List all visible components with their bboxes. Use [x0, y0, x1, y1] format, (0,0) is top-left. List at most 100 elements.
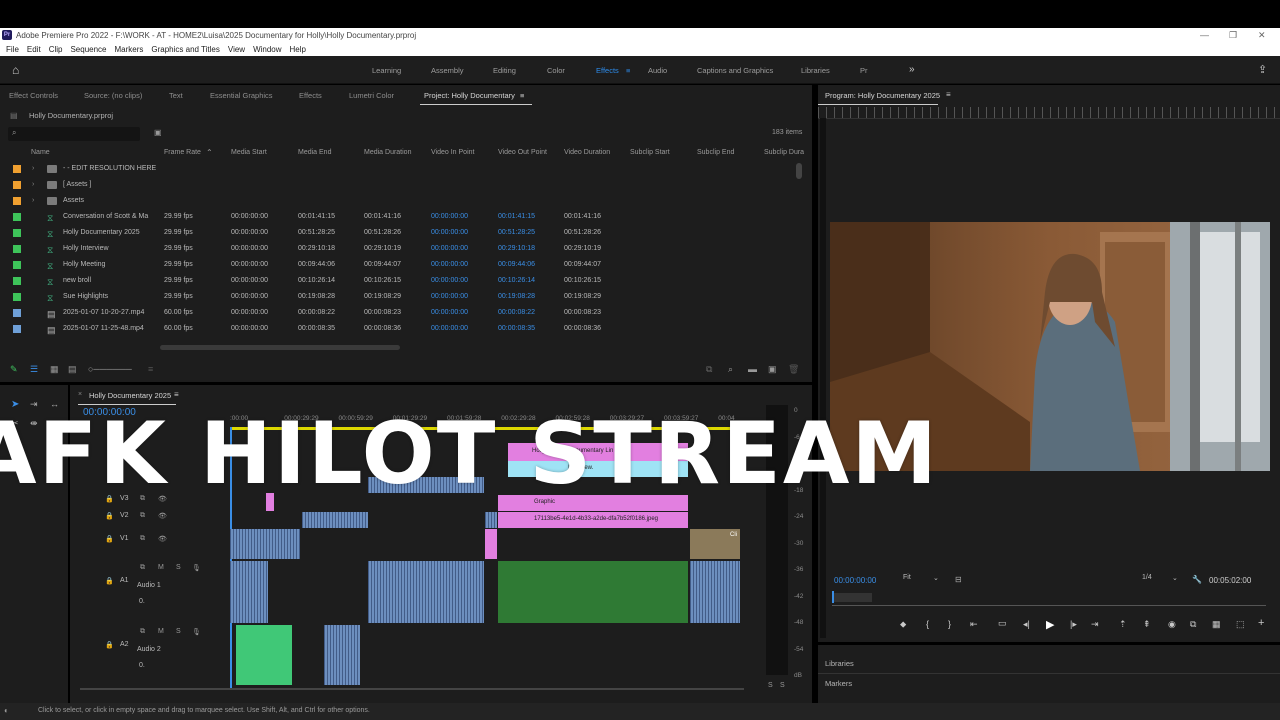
workspace-color[interactable]: Color [547, 66, 565, 75]
step-back-icon[interactable]: ◂| [1023, 619, 1030, 630]
more-workspaces-icon[interactable]: » [909, 64, 915, 75]
tab-effect-controls[interactable]: Effect Controls [9, 91, 58, 100]
list-item[interactable]: ⧖ Conversation of Scott & Ma 29.99 fps 00:0… [0, 209, 800, 225]
wrench-icon[interactable]: 🔧 [1192, 575, 1202, 584]
solo-button[interactable]: S [176, 628, 181, 635]
list-hscrollbar[interactable] [160, 345, 400, 350]
workspace-menu-icon[interactable]: ≡ [626, 66, 630, 75]
col-subclip-end[interactable]: Subclip End [697, 149, 734, 156]
mute-button[interactable]: M [158, 628, 164, 635]
v2-clip[interactable] [302, 512, 368, 528]
label-color-swatch[interactable] [13, 261, 21, 269]
col-media-end[interactable]: Media End [298, 149, 331, 156]
menu-help[interactable]: Help [290, 45, 306, 54]
expand-icon[interactable]: › [32, 197, 34, 204]
add-marker-icon[interactable]: ⬥ [900, 619, 906, 630]
list-item[interactable]: › - - EDIT RESOLUTION HERE [0, 161, 800, 177]
col-media-start[interactable]: Media Start [231, 149, 267, 156]
play-button[interactable]: ▶ [1046, 618, 1054, 631]
settings-icon[interactable]: ⊟ [955, 575, 962, 584]
home-icon[interactable]: ⌂ [12, 63, 19, 77]
menu-graphics-and-titles[interactable]: Graphics and Titles [151, 45, 219, 54]
eye-icon[interactable]: 👁 [158, 512, 167, 520]
workspace-audio[interactable]: Audio [648, 66, 667, 75]
program-zoom-bar[interactable] [832, 605, 1266, 606]
icon-view-icon[interactable]: ▦ [50, 364, 59, 375]
menu-view[interactable]: View [228, 45, 245, 54]
eye-icon[interactable]: 👁 [158, 535, 167, 543]
label-color-swatch[interactable] [13, 277, 21, 285]
panel-menu-icon[interactable]: ≡ [520, 91, 524, 100]
col-subclip-duration[interactable]: Subclip Dura [764, 149, 804, 156]
automate-icon[interactable]: ⧉ [706, 364, 712, 375]
col-video-in-point[interactable]: Video In Point [431, 149, 474, 156]
solo-left-button[interactable]: S [768, 682, 773, 689]
list-item[interactable]: ⧖ new broll 29.99 fps 00:00:00:00 00:10:26:1… [0, 273, 800, 289]
button-editor-icon[interactable]: + [1258, 617, 1264, 629]
workspace-captions[interactable]: Captions and Graphics [697, 66, 773, 75]
list-item[interactable]: ⧖ Holly Meeting 29.99 fps 00:00:00:00 00:09:… [0, 257, 800, 273]
restore-icon[interactable]: ❐ [1229, 28, 1237, 43]
track-volume[interactable]: 0. [139, 598, 145, 605]
step-forward-icon[interactable]: |▸ [1070, 619, 1077, 630]
label-color-swatch[interactable] [13, 325, 21, 333]
col-frame-rate[interactable]: Frame Rate [164, 149, 201, 156]
list-item[interactable]: › [ Assets ] [0, 177, 800, 193]
sequence-menu-icon[interactable]: ≡ [174, 390, 179, 399]
list-scrollbar[interactable] [796, 163, 802, 179]
v1-video-clip[interactable]: Cli [690, 529, 740, 559]
tab-effects[interactable]: Effects [299, 91, 322, 100]
sync-lock-icon[interactable]: ⧉ [140, 564, 145, 572]
a2-clip[interactable] [324, 625, 360, 685]
list-item[interactable]: ⧖ Sue Highlights 29.99 fps 00:00:00:00 00:19… [0, 289, 800, 305]
lock-icon[interactable]: 🔒 [105, 577, 114, 585]
close-icon[interactable]: ✕ [1258, 28, 1266, 43]
safe-margins-icon[interactable]: ▭ [998, 618, 1007, 629]
mark-in-icon[interactable]: { [926, 619, 929, 629]
compare-icon[interactable]: ⧉ [1190, 619, 1196, 630]
workspace-assembly[interactable]: Assembly [431, 66, 464, 75]
workspace-effects[interactable]: Effects [596, 66, 619, 75]
mute-button[interactable]: M [158, 564, 164, 571]
a1-clip-3[interactable] [690, 561, 740, 623]
extract-icon[interactable]: ⇞ [1143, 619, 1151, 630]
image-clip[interactable]: 17113be5-4e1d-4b33-a2de-dfa7b52f0186.jpe… [498, 512, 688, 528]
program-timecode[interactable]: 00:00:00:00 [834, 576, 876, 585]
menu-sequence[interactable]: Sequence [70, 45, 106, 54]
a2-green-clip[interactable] [236, 625, 292, 685]
minimize-icon[interactable]: — [1200, 28, 1209, 43]
sort-icon[interactable]: ≡ [148, 364, 153, 374]
sync-lock-icon[interactable]: ⧉ [140, 535, 145, 543]
menu-markers[interactable]: Markers [115, 45, 144, 54]
col-video-out-point[interactable]: Video Out Point [498, 149, 547, 156]
fit-dropdown[interactable]: Fit ⌄ [903, 574, 945, 586]
label-color-swatch[interactable] [13, 213, 21, 221]
timeline-zoom-bar[interactable] [80, 688, 744, 690]
zoom-slider-icon[interactable]: ○────── [88, 364, 132, 374]
markers-panel-tab[interactable]: Markers [825, 679, 852, 688]
tab-project[interactable]: Project: Holly Documentary [424, 91, 515, 100]
trash-icon[interactable]: 🗑 [788, 364, 799, 375]
label-color-swatch[interactable] [13, 229, 21, 237]
tab-source[interactable]: Source: (no clips) [84, 91, 142, 100]
tab-essential-graphics[interactable]: Essential Graphics [210, 91, 273, 100]
menu-window[interactable]: Window [253, 45, 281, 54]
new-bin-icon[interactable]: ▣ [154, 128, 162, 137]
mic-icon[interactable]: 🎙 [192, 564, 201, 572]
col-video-duration[interactable]: Video Duration [564, 149, 610, 156]
solo-right-button[interactable]: S [780, 682, 785, 689]
list-view-icon[interactable]: ☰ [30, 364, 38, 375]
go-to-in-icon[interactable]: ⇤ [970, 619, 978, 630]
program-playhead[interactable] [832, 591, 834, 603]
menu-edit[interactable]: Edit [27, 45, 41, 54]
sequence-tab[interactable]: Holly Documentary 2025 [89, 391, 171, 400]
new-bin-footer-icon[interactable]: ▬ [748, 364, 757, 374]
label-color-swatch[interactable] [13, 197, 21, 205]
expand-icon[interactable]: › [32, 181, 34, 188]
go-to-out-icon[interactable]: ⇥ [1091, 619, 1099, 630]
v1-clip[interactable] [230, 529, 300, 559]
workspace-learning[interactable]: Learning [372, 66, 401, 75]
list-item[interactable]: ⧖ Holly Interview 29.99 fps 00:00:00:00 00:2… [0, 241, 800, 257]
list-item[interactable]: ▤ 2025-01-07 10-20-27.mp4 60.00 fps 00:00:0… [0, 305, 800, 321]
close-icon[interactable]: × [78, 391, 82, 398]
